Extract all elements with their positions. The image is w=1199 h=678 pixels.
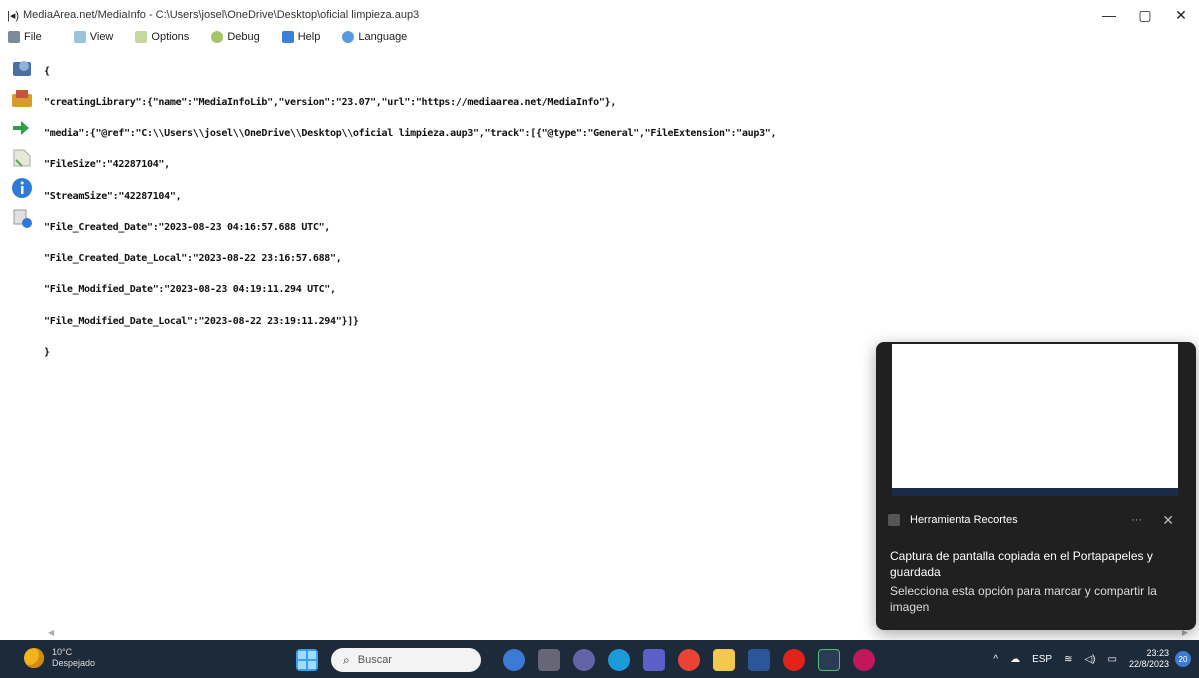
moon-icon bbox=[24, 648, 44, 668]
teams-icon[interactable] bbox=[643, 649, 665, 671]
chrome-icon[interactable] bbox=[678, 649, 700, 671]
onedrive-icon[interactable]: ☁ bbox=[1010, 654, 1020, 665]
menu-help[interactable]: Help bbox=[281, 31, 320, 43]
word-icon[interactable] bbox=[748, 649, 770, 671]
show-hidden-icons-icon[interactable]: ^ bbox=[993, 654, 998, 665]
thumbnail-content bbox=[902, 354, 1102, 394]
notification-sub-message: Selecciona esta opción para marcar y com… bbox=[890, 584, 1157, 614]
menu-language[interactable]: Language bbox=[342, 31, 407, 43]
weather-temp: 10°C bbox=[52, 647, 73, 657]
json-line: "File_Created_Date_Local":"2023-08-22 23… bbox=[44, 253, 342, 265]
weather-desc: Despejado bbox=[52, 658, 96, 668]
volume-icon[interactable]: ◁) bbox=[1084, 654, 1095, 665]
file-icon bbox=[8, 31, 20, 43]
mediainfo-taskbar-icon[interactable] bbox=[818, 649, 840, 671]
clock[interactable]: 23:23 22/8/2023 bbox=[1129, 648, 1169, 670]
json-line: "File_Modified_Date":"2023-08-23 04:19:1… bbox=[44, 284, 336, 296]
window-controls: — ▢ ✕ bbox=[1091, 0, 1199, 30]
json-line: "media":{"@ref":"C:\\Users\\josel\\OneDr… bbox=[44, 128, 777, 140]
file-explorer-icon[interactable] bbox=[713, 649, 735, 671]
view-icon bbox=[73, 31, 86, 43]
json-line: "creatingLibrary":{"name":"MediaInfoLib"… bbox=[44, 97, 617, 109]
info-icon bbox=[12, 178, 32, 198]
windows-icon bbox=[298, 651, 316, 669]
options-icon bbox=[135, 31, 148, 43]
search-placeholder: Buscar bbox=[357, 654, 392, 666]
menu-view[interactable]: View bbox=[73, 31, 113, 43]
weather-widget[interactable]: 10°C Despejado bbox=[24, 647, 95, 669]
mediainfo-icon: |◂) bbox=[6, 9, 20, 22]
export-button[interactable] bbox=[8, 114, 36, 142]
open-file-icon bbox=[13, 61, 31, 76]
json-line: "File_Created_Date":"2023-08-23 04:16:57… bbox=[44, 221, 331, 233]
scroll-left-icon[interactable]: ◀ bbox=[48, 628, 54, 637]
wifi-icon[interactable]: ≋ bbox=[1064, 654, 1072, 665]
open-file-button[interactable] bbox=[8, 54, 36, 82]
chat-icon[interactable] bbox=[573, 649, 595, 671]
start-button[interactable] bbox=[296, 649, 318, 671]
menu-debug[interactable]: Debug bbox=[211, 31, 260, 43]
media-player-icon[interactable] bbox=[853, 649, 875, 671]
folder-icon bbox=[12, 90, 32, 107]
minimize-button[interactable]: — bbox=[1091, 0, 1127, 30]
title-bar[interactable]: |◂) MediaArea.net/MediaInfo - C:\Users\j… bbox=[0, 0, 1199, 30]
view-sheet-button[interactable] bbox=[8, 144, 36, 172]
notification-header: Herramienta Recortes ··· ✕ bbox=[888, 510, 1184, 530]
notification-app-name: Herramienta Recortes bbox=[910, 514, 1018, 526]
help-icon bbox=[281, 31, 294, 43]
window-title: MediaArea.net/MediaInfo - C:\Users\josel… bbox=[23, 9, 420, 21]
menu-bar: File View Options Debug Help Language bbox=[0, 28, 429, 46]
snipping-notification[interactable]: Herramienta Recortes ··· ✕ Captura de pa… bbox=[876, 342, 1196, 630]
taskbar-apps: ⌕ Buscar bbox=[296, 648, 888, 672]
taskbar: 10°C Despejado ⌕ Buscar ^ ☁ ESP ≋ ◁) ▭ 2… bbox=[0, 640, 1199, 678]
json-line: "File_Modified_Date_Local":"2023-08-22 2… bbox=[44, 315, 359, 327]
sheet-icon bbox=[13, 149, 31, 167]
screenshot-thumbnail[interactable] bbox=[892, 344, 1178, 496]
battery-icon[interactable]: ▭ bbox=[1108, 654, 1117, 665]
taskbar-search[interactable]: ⌕ Buscar bbox=[331, 648, 481, 672]
notification-message: Captura de pantalla copiada en el Portap… bbox=[890, 549, 1153, 579]
menu-options[interactable]: Options bbox=[135, 31, 189, 43]
opera-icon[interactable] bbox=[783, 649, 805, 671]
copilot-icon[interactable] bbox=[503, 649, 525, 671]
maximize-button[interactable]: ▢ bbox=[1127, 0, 1163, 30]
json-line: "FileSize":"42287104", bbox=[44, 159, 170, 171]
left-toolbar bbox=[6, 52, 42, 234]
knowledge-button[interactable] bbox=[8, 204, 36, 232]
thumbnail-taskbar bbox=[892, 488, 1178, 496]
more-options-button[interactable]: ··· bbox=[1131, 514, 1142, 526]
about-button[interactable] bbox=[8, 174, 36, 202]
task-view-icon[interactable] bbox=[538, 649, 560, 671]
language-icon bbox=[342, 31, 355, 43]
debug-icon bbox=[211, 31, 224, 43]
notification-badge[interactable]: 20 bbox=[1175, 651, 1191, 667]
system-tray: ^ ☁ ESP ≋ ◁) ▭ 23:23 22/8/2023 20 bbox=[981, 648, 1191, 670]
edge-icon[interactable] bbox=[608, 649, 630, 671]
language-indicator[interactable]: ESP bbox=[1032, 654, 1052, 665]
close-icon[interactable]: ✕ bbox=[1162, 512, 1174, 529]
clock-date: 22/8/2023 bbox=[1128, 659, 1169, 669]
snipping-tool-icon bbox=[888, 514, 900, 526]
knowledge-icon bbox=[13, 209, 32, 228]
json-line: "StreamSize":"42287104", bbox=[44, 190, 182, 202]
json-line: { bbox=[44, 65, 50, 77]
close-button[interactable]: ✕ bbox=[1163, 0, 1199, 30]
search-icon: ⌕ bbox=[343, 652, 350, 667]
export-icon bbox=[13, 121, 29, 135]
menu-file[interactable]: File bbox=[8, 31, 42, 43]
desktop: |◂) MediaArea.net/MediaInfo - C:\Users\j… bbox=[0, 0, 1199, 678]
open-folder-button[interactable] bbox=[8, 84, 36, 112]
clock-time: 23:23 bbox=[1146, 648, 1169, 658]
